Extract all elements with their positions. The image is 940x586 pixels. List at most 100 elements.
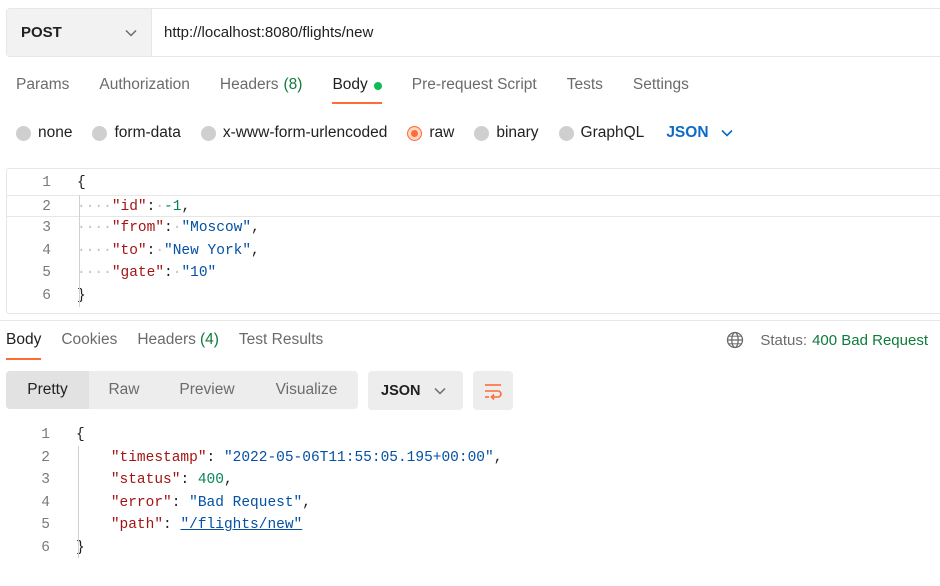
- response-view-toggle: Pretty Raw Preview Visualize: [6, 371, 358, 409]
- request-tabs: Params Authorization Headers (8) Body Pre…: [16, 76, 719, 106]
- code-line: 3 ····"from":·"Moscow",: [7, 217, 940, 240]
- view-raw[interactable]: Raw: [89, 371, 159, 409]
- code-text: ····"gate":·"10": [77, 265, 217, 281]
- request-body-editor[interactable]: 1 { 2 ····"id":·-1, 3 ····"from":·"Mosco…: [6, 168, 940, 314]
- headers-count: (8): [283, 76, 303, 93]
- json-value: -1: [164, 198, 182, 215]
- response-tab-cookies[interactable]: Cookies: [61, 331, 117, 361]
- url-bar: POST http://localhost:8080/flights/new: [6, 8, 940, 57]
- headers-count: (4): [199, 331, 219, 348]
- response-tabs: Body Cookies Headers (4) Test Results: [6, 331, 343, 361]
- response-language-select[interactable]: JSON: [368, 371, 463, 410]
- url-text: http://localhost:8080/flights/new: [164, 24, 374, 41]
- json-punct: ,: [251, 220, 260, 236]
- tab-label: Body: [6, 331, 42, 348]
- code-text: "timestamp": "2022-05-06T11:55:05.195+00…: [110, 449, 503, 466]
- tab-label: Test Results: [238, 331, 324, 348]
- line-number: 4: [41, 494, 50, 511]
- status-value[interactable]: 400 Bad Request: [812, 332, 928, 349]
- status-label: Status:: [760, 331, 808, 349]
- tab-headers[interactable]: Headers (8): [220, 76, 303, 106]
- radio-label: none: [38, 124, 73, 141]
- tab-params[interactable]: Params: [16, 76, 69, 106]
- wrap-lines-button[interactable]: [473, 371, 513, 410]
- json-punct: ,: [493, 449, 503, 466]
- json-punct: ,: [302, 494, 311, 511]
- line-number: 1: [42, 175, 51, 191]
- line-number: 1: [41, 427, 50, 443]
- response-tab-body[interactable]: Body: [6, 331, 42, 361]
- tab-label: Headers: [219, 76, 279, 93]
- json-value: 400: [197, 472, 224, 488]
- globe-icon[interactable]: [726, 331, 744, 349]
- response-tab-test-results[interactable]: Test Results: [239, 331, 323, 361]
- response-tab-headers[interactable]: Headers (4): [137, 331, 219, 361]
- indent-guide: [78, 446, 79, 558]
- url-input[interactable]: http://localhost:8080/flights/new: [152, 9, 940, 56]
- line-number: 6: [41, 539, 50, 556]
- code-line: 4 "error": "Bad Request",: [6, 492, 940, 515]
- tab-tests[interactable]: Tests: [567, 76, 603, 106]
- language-label: JSON: [666, 124, 709, 141]
- json-value: "Bad Request": [189, 494, 303, 511]
- radio-label: raw: [429, 124, 455, 141]
- radio-label: x-www-form-urlencoded: [222, 124, 388, 141]
- radio-none[interactable]: none: [16, 124, 72, 142]
- language-select[interactable]: JSON: [666, 124, 733, 142]
- json-key: "error": [110, 494, 172, 511]
- radio-circle: [16, 125, 31, 141]
- tab-body[interactable]: Body: [332, 76, 383, 106]
- code-text: }: [77, 287, 86, 304]
- json-punct: ,: [251, 242, 260, 259]
- json-key: "to": [111, 242, 147, 259]
- radio-binary[interactable]: binary: [474, 124, 539, 142]
- code-text: ····"to":·"New York",: [77, 242, 260, 259]
- tab-label: Pre-request Script: [411, 76, 537, 93]
- wrap-lines-icon: [485, 383, 502, 400]
- json-key: "gate": [111, 265, 165, 281]
- radio-circle: [474, 125, 490, 141]
- code-text: ····"from":·"Moscow",: [77, 220, 260, 236]
- code-line: 6 }: [7, 285, 940, 308]
- view-label: Preview: [179, 381, 235, 398]
- language-label: JSON: [381, 382, 421, 399]
- radio-circle: [558, 125, 574, 141]
- line-number: 5: [42, 265, 51, 281]
- json-link-value[interactable]: "/flights/new": [180, 517, 302, 533]
- code-line: 6 }: [6, 537, 940, 560]
- view-preview[interactable]: Preview: [159, 371, 255, 409]
- body-type-options: none form-data x-www-form-urlencoded raw…: [16, 122, 733, 144]
- tab-authorization[interactable]: Authorization: [99, 76, 189, 106]
- json-key: "status": [110, 472, 181, 488]
- radio-circle: [200, 125, 216, 141]
- json-value: "New York": [164, 242, 252, 259]
- radio-graphql[interactable]: GraphQL: [558, 124, 644, 142]
- radio-x-www-form-urlencoded[interactable]: x-www-form-urlencoded: [200, 124, 388, 142]
- response-body-viewer[interactable]: 1 { 2 "timestamp": "2022-05-06T11:55:05.…: [6, 424, 940, 584]
- view-visualize[interactable]: Visualize: [255, 371, 358, 409]
- code-text: {: [77, 175, 86, 191]
- section-divider: [0, 320, 940, 321]
- view-pretty[interactable]: Pretty: [6, 371, 89, 409]
- line-number: 2: [41, 449, 50, 466]
- method-select[interactable]: POST: [7, 9, 152, 56]
- tab-label: Authorization: [99, 76, 190, 93]
- code-text: ····"id":·-1,: [77, 198, 191, 215]
- code-line: 2 ····"id":·-1,: [7, 194, 940, 217]
- json-value: "2022-05-06T11:55:05.195+00:00": [223, 449, 494, 466]
- radio-circle: [92, 125, 108, 141]
- json-key: "path": [110, 517, 164, 533]
- view-label: Visualize: [275, 381, 338, 398]
- radio-raw[interactable]: raw: [407, 124, 454, 142]
- green-dot-icon: [373, 82, 382, 90]
- json-key: "timestamp": [110, 449, 207, 466]
- code-line: 3 "status": 400,: [6, 469, 940, 492]
- radio-label: form-data: [114, 124, 181, 141]
- radio-form-data[interactable]: form-data: [92, 124, 181, 142]
- line-number: 6: [42, 287, 51, 304]
- tab-settings[interactable]: Settings: [633, 76, 689, 106]
- tab-label: Body: [332, 76, 368, 93]
- tab-pre-request-script[interactable]: Pre-request Script: [412, 76, 537, 106]
- method-label: POST: [21, 24, 62, 41]
- tab-label: Params: [16, 76, 70, 93]
